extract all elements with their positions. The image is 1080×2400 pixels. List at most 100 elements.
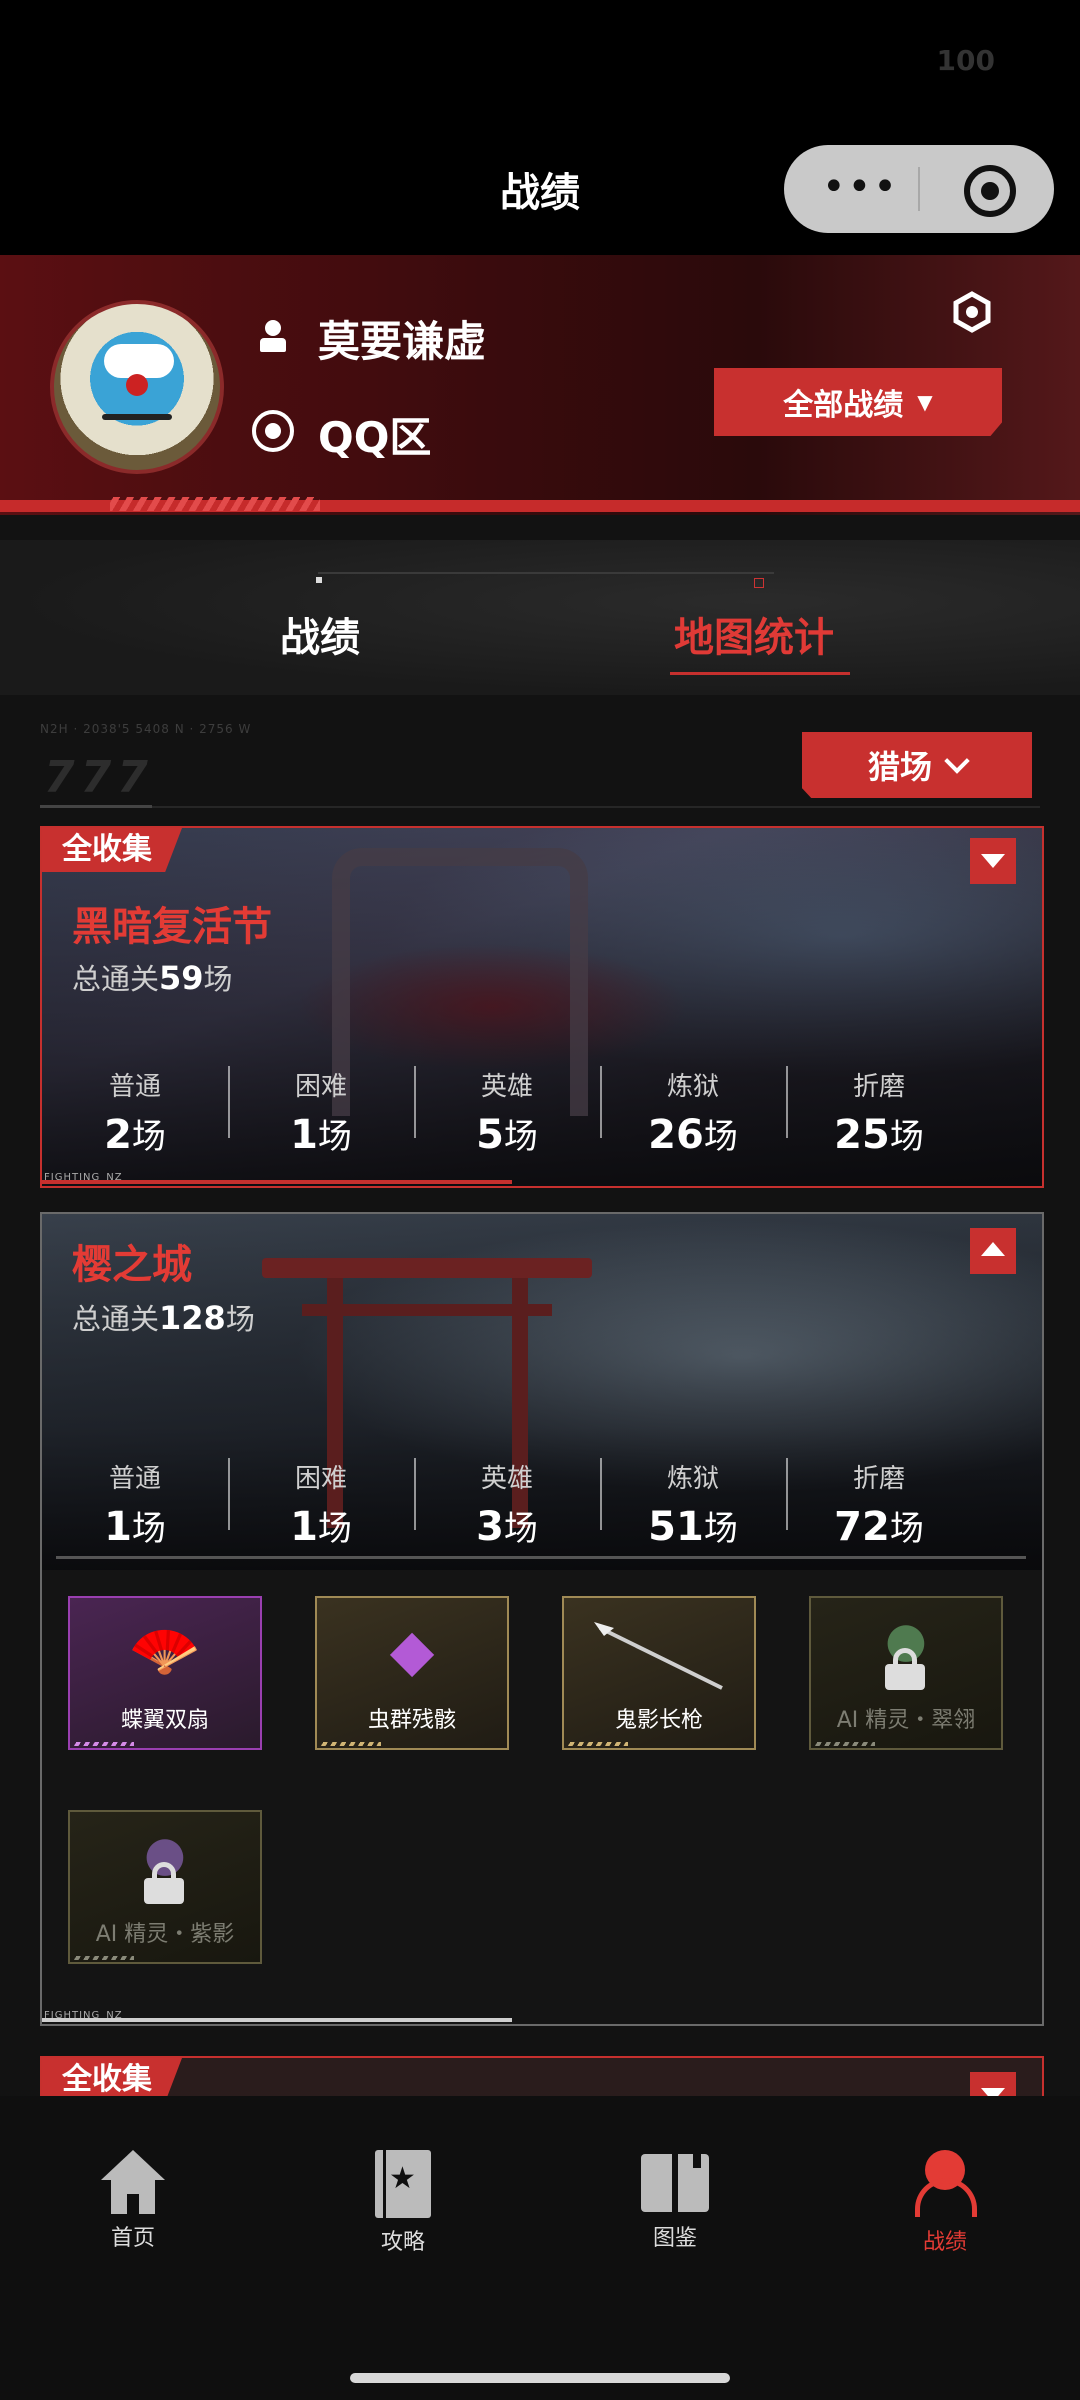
active-tab-indicator [670, 672, 850, 675]
settings-hex-icon[interactable] [950, 290, 994, 334]
stat-hero: 英雄 3场 [414, 1458, 600, 1550]
stat-value: 3 [476, 1504, 504, 1550]
decorative-marks: 777 [44, 752, 154, 803]
stat-label: 英雄 [480, 1464, 533, 1494]
stat-unit: 场 [889, 1117, 924, 1157]
footer-bar [42, 2018, 512, 2022]
rarity-stripe [321, 1742, 381, 1746]
close-target-icon[interactable] [964, 165, 1016, 217]
map-name: 黑暗复活节 [72, 904, 272, 950]
collectible-item[interactable]: 鬼影长枪 [562, 1596, 756, 1750]
stat-unit: 场 [131, 1117, 166, 1157]
crystal-icon: ◆ [389, 1616, 435, 1684]
stat-value: 51 [648, 1504, 704, 1550]
stat-label: 困难 [294, 1072, 347, 1102]
stat-label: 普通 [108, 1072, 161, 1102]
stat-hard: 困难 1场 [228, 1458, 414, 1550]
stat-label: 普通 [108, 1464, 161, 1494]
total-clears-label: 总通关 [72, 962, 160, 996]
full-collection-badge: 全收集 [42, 828, 182, 872]
stat-torment: 折磨 25场 [786, 1066, 972, 1158]
total-clears-value: 128 [159, 1299, 226, 1337]
stat-unit: 场 [503, 1509, 538, 1549]
tab-records[interactable]: 战绩 [280, 605, 360, 663]
total-clears-value: 59 [159, 959, 204, 997]
nav-records[interactable]: 战绩 [870, 2150, 1020, 2256]
nav-codex[interactable]: 图鉴 [600, 2150, 750, 2252]
mode-select[interactable]: 猎场 [802, 732, 1032, 798]
collectible-item[interactable]: 🪭 蝶翼双扇 [68, 1596, 262, 1750]
footer-bar [42, 1180, 512, 1184]
nav-label: 图鉴 [652, 2226, 697, 2251]
rarity-stripe [74, 1742, 134, 1746]
rarity-stripe [74, 1956, 134, 1960]
stat-unit: 场 [889, 1509, 924, 1549]
all-records-filter-button[interactable]: 全部战绩 ▼ [714, 368, 1002, 436]
avatar-eyes [104, 344, 174, 378]
collectible-item[interactable]: ◆ 虫群残骸 [315, 1596, 509, 1750]
expand-toggle[interactable] [970, 838, 1016, 884]
lock-icon [144, 1862, 184, 1904]
zone-name: QQ区 [318, 413, 432, 462]
guide-icon: ★ [375, 2150, 431, 2218]
stat-torment: 折磨 72场 [786, 1458, 972, 1550]
stat-label: 英雄 [480, 1072, 533, 1102]
difficulty-stats: 普通 2场 困难 1场 英雄 5场 炼狱 26场 折磨 25场 [42, 1066, 1042, 1158]
avatar-nose [126, 374, 148, 396]
home-icon [101, 2150, 165, 2214]
stat-normal: 普通 2场 [42, 1066, 228, 1158]
stat-label: 炼狱 [666, 1072, 719, 1102]
stat-label: 折磨 [852, 1464, 905, 1494]
torii-illustration [262, 1258, 592, 1278]
chevron-down-icon [944, 748, 970, 774]
stat-label: 折磨 [852, 1072, 905, 1102]
miniapp-capsule: ••• [784, 145, 1054, 233]
nav-label: 攻略 [380, 2230, 425, 2255]
map-name: 樱之城 [72, 1242, 192, 1288]
home-indicator[interactable] [350, 2373, 730, 2383]
user-name: 莫要谦虚 [318, 317, 487, 366]
total-clears: 总通关59场 [72, 956, 233, 998]
rarity-stripe [815, 1742, 875, 1746]
caret-down-icon: ▼ [917, 390, 933, 414]
stat-value: 1 [290, 1504, 318, 1550]
collectible-name: 虫群残骸 [367, 1708, 456, 1733]
profile-banner-stripes [110, 497, 320, 511]
tab-track-marker [754, 578, 764, 588]
collectible-item-locked[interactable]: ● AI 精灵・翠翎 [809, 1596, 1003, 1750]
person-icon [255, 318, 291, 354]
decorative-coordinates: N2H · 2038'5 5408 N · 2756 W [40, 722, 252, 736]
collectible-item-locked[interactable]: ● AI 精灵・紫影 [68, 1810, 262, 1964]
rarity-stripe [568, 1742, 628, 1746]
fan-icon: 🪭 [128, 1616, 202, 1684]
stat-hero: 英雄 5场 [414, 1066, 600, 1158]
avatar[interactable] [50, 300, 224, 474]
user-icon [913, 2150, 977, 2218]
battery-level: 100 [936, 44, 995, 77]
nav-home[interactable]: 首页 [58, 2150, 208, 2252]
stat-value: 1 [104, 1504, 132, 1550]
tab-bar [0, 540, 1080, 695]
collectible-name: AI 精灵・紫影 [95, 1922, 235, 1947]
nav-guide[interactable]: ★ 攻略 [328, 2150, 478, 2256]
map-card[interactable]: 樱之城 总通关128场 普通 1场 困难 1场 英雄 3场 炼狱 51场 折磨 72场 🪭… [40, 1212, 1044, 2026]
stat-unit: 场 [703, 1117, 738, 1157]
all-records-filter-label: 全部战绩 [783, 388, 904, 423]
capsule-divider [918, 167, 920, 211]
collectible-name: 蝶翼双扇 [120, 1708, 209, 1733]
map-card[interactable]: 全收集 黑暗复活节 总通关59场 普通 2场 困难 1场 英雄 5场 炼狱 26场 折磨… [40, 826, 1044, 1188]
status-bar [0, 0, 1080, 130]
tab-map-stats[interactable]: 地图统计 [674, 605, 834, 663]
tab-track [318, 572, 774, 574]
total-clears-label: 总通关 [72, 1302, 160, 1336]
more-icon[interactable]: ••• [822, 167, 899, 207]
avatar-mouth [102, 414, 172, 420]
collapse-toggle[interactable] [970, 1228, 1016, 1274]
stat-label: 炼狱 [666, 1464, 719, 1494]
stat-hard: 困难 1场 [228, 1066, 414, 1158]
book-icon [641, 2150, 709, 2214]
stat-value: 72 [834, 1504, 890, 1550]
nav-label: 首页 [110, 2226, 155, 2251]
divider-highlight [40, 805, 152, 808]
zone-icon [252, 410, 294, 452]
